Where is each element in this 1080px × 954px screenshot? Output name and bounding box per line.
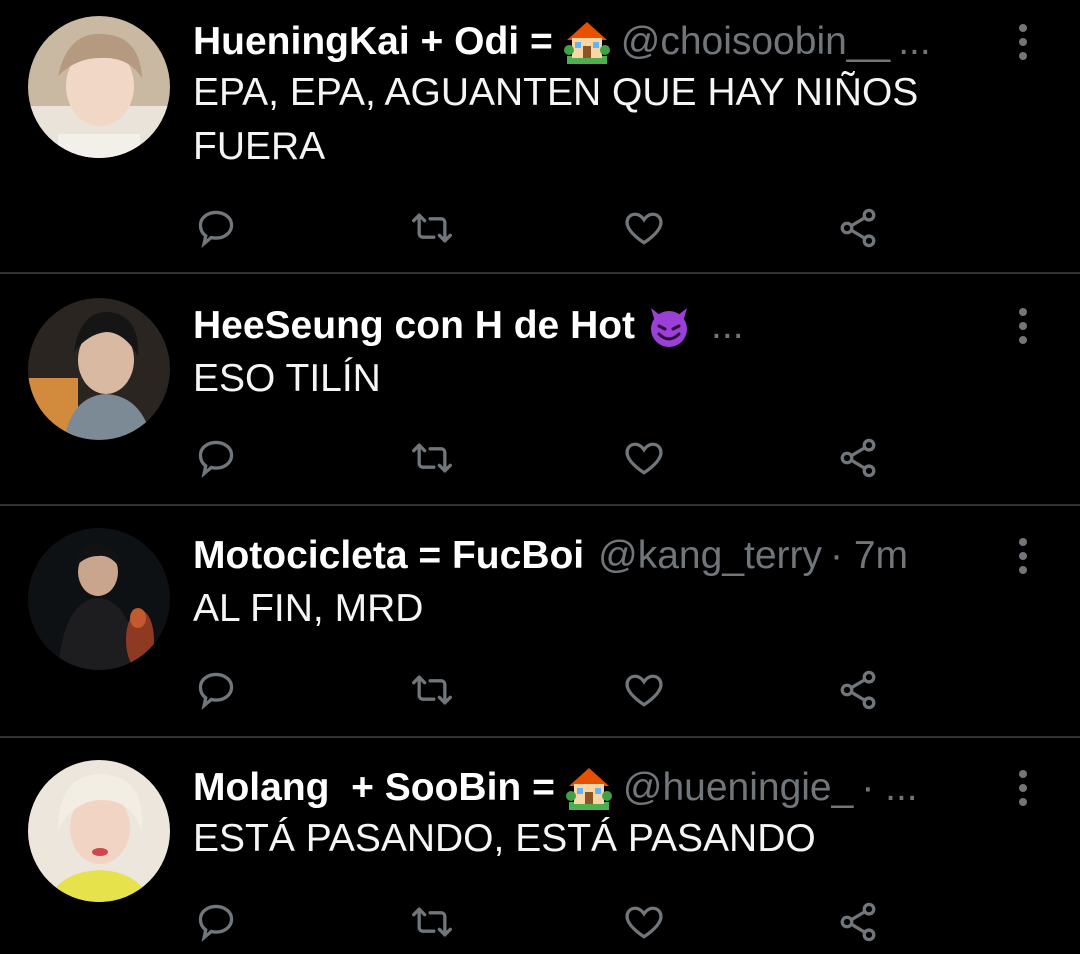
display-name[interactable]: Molang + SooBin = [193,760,555,816]
tweet-header: HeeSeung con H de Hot ... [193,298,990,354]
tweet-header: HueningKai + Odi = @choisoobin__ ... [193,14,990,70]
avatar[interactable] [28,760,170,902]
share-icon[interactable] [834,898,882,946]
tweet-meta: ... [898,20,931,63]
retweet-icon[interactable] [408,434,456,482]
avatar[interactable] [28,298,170,440]
share-icon[interactable] [834,204,882,252]
tweet[interactable]: HueningKai + Odi = @choisoobin__ ... EPA… [0,0,1080,272]
tweet-text: AL FIN, MRD [193,587,424,630]
timeline-feed: HueningKai + Odi = @choisoobin__ ... EPA… [0,0,1080,954]
display-name[interactable]: Motocicleta = FucBoi [193,528,584,584]
more-options-icon[interactable] [1008,298,1038,354]
reply-icon[interactable] [192,204,240,252]
tweet[interactable]: Molang + SooBin = @hueningie_ · ... ESTÁ… [0,738,1080,954]
like-icon[interactable] [620,898,668,946]
share-icon[interactable] [834,434,882,482]
display-name[interactable]: HueningKai + Odi = [193,14,553,70]
tweet[interactable]: HeeSeung con H de Hot ... ESO TILÍN [0,274,1080,504]
user-handle[interactable]: @hueningie_ [623,760,853,816]
avatar[interactable] [28,528,170,670]
avatar[interactable] [28,16,170,158]
more-options-icon[interactable] [1008,760,1038,816]
tweet-text: EPA, EPA, AGUANTEN QUE HAY NIÑOS FUERA [193,71,919,168]
more-options-icon[interactable] [1008,528,1038,584]
retweet-icon[interactable] [408,204,456,252]
user-handle[interactable]: @kang_terry [598,528,822,584]
house-with-garden-icon [565,764,613,812]
reply-icon[interactable] [192,666,240,714]
retweet-icon[interactable] [408,666,456,714]
retweet-icon[interactable] [408,898,456,946]
tweet-text: ESTÁ PASANDO, ESTÁ PASANDO [193,817,816,860]
tweet-meta: · ... [861,766,918,809]
house-with-garden-icon [563,18,611,66]
like-icon[interactable] [620,204,668,252]
share-icon[interactable] [834,666,882,714]
tweet-meta: ... [711,304,744,347]
tweet-header: Motocicleta = FucBoi @kang_terry · 7m [193,528,990,584]
tweet[interactable]: Motocicleta = FucBoi @kang_terry · 7m AL… [0,506,1080,736]
tweet-text: ESO TILÍN [193,357,381,400]
smiling-devil-icon [645,302,693,350]
user-handle[interactable]: @choisoobin__ [621,14,890,70]
tweet-header: Molang + SooBin = @hueningie_ · ... [193,760,990,816]
display-name[interactable]: HeeSeung con H de Hot [193,298,635,354]
tweet-timestamp: · 7m [830,534,909,577]
reply-icon[interactable] [192,898,240,946]
more-options-icon[interactable] [1008,14,1038,70]
like-icon[interactable] [620,434,668,482]
reply-icon[interactable] [192,434,240,482]
like-icon[interactable] [620,666,668,714]
